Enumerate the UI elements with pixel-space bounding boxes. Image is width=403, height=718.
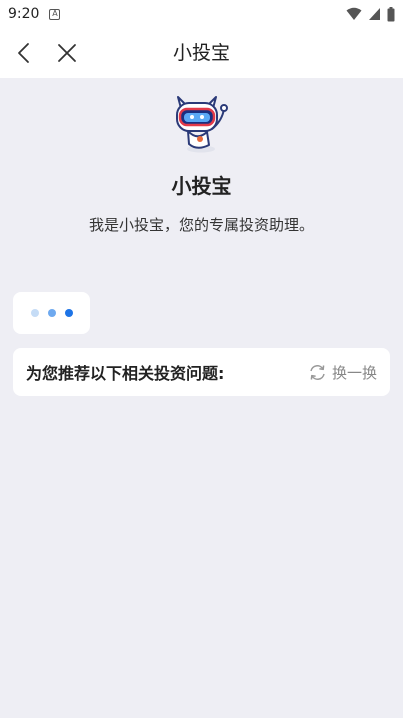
notification-icon: A [49,8,61,20]
chat-area: 小投宝 我是小投宝，您的专属投资助理。 为您推荐以下相关投资问题: 换一换 [0,78,403,718]
status-time: 9:20 [8,6,40,22]
robot-cat-mascot-icon [176,96,228,153]
suggestions-card: 为您推荐以下相关投资问题: 换一换 [13,348,390,396]
typing-dot [30,309,39,317]
typing-dot [64,309,73,317]
suggestions-title: 为您推荐以下相关投资问题: [26,364,225,383]
typing-dot [47,309,56,317]
chevron-left-icon[interactable] [14,41,36,65]
status-bar: 9:20 A [0,0,403,28]
status-icons [346,6,395,22]
nav-bar: 小投宝 [0,28,403,78]
close-icon[interactable] [55,41,79,65]
bot-intro: 我是小投宝，您的专属投资助理。 [88,216,314,234]
refresh-label: 换一换 [331,363,377,382]
battery-icon [387,6,395,21]
refresh-button[interactable]: 换一换 [308,362,377,383]
refresh-icon [310,364,325,380]
bot-name: 小投宝 [171,174,232,198]
typing-indicator [13,292,90,334]
wifi-icon [346,7,362,20]
signal-icon [369,8,380,20]
